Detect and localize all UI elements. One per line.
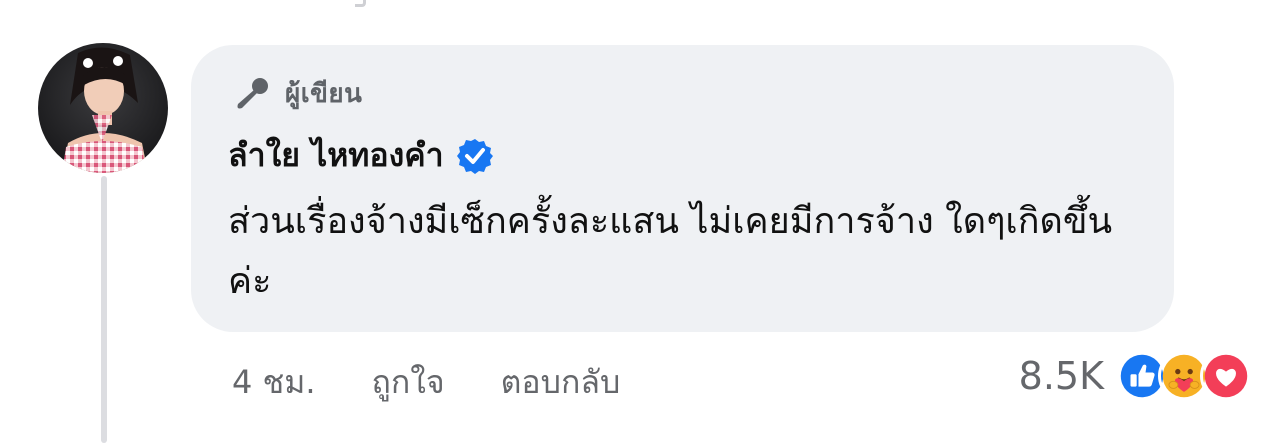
author-badge-label: ผู้เขียน — [285, 79, 363, 109]
reply-thread-line — [101, 176, 107, 443]
avatar[interactable] — [38, 43, 168, 173]
author-row: ลำใย ไหทองคำ — [228, 130, 494, 181]
reaction-summary[interactable]: 8.5K — [1019, 350, 1252, 402]
reaction-icons — [1116, 350, 1252, 402]
reply-button[interactable]: ตอบกลับ — [501, 357, 621, 408]
timestamp-link[interactable]: 4 ชม. — [232, 357, 316, 408]
avatar-image — [38, 43, 168, 173]
like-button[interactable]: ถูกใจ — [372, 357, 445, 408]
microphone-icon — [237, 77, 268, 108]
verified-badge-icon — [456, 138, 493, 174]
previous-thread-connector — [355, 0, 366, 7]
love-icon — [1200, 350, 1252, 402]
comment-text: ส่วนเรื่องจ้างมีเซ็กครั้งละแสน ไม่เคยมีก… — [228, 201, 1113, 302]
reaction-count[interactable]: 8.5K — [1019, 354, 1104, 398]
author-name[interactable]: ลำใย ไหทองคำ — [228, 130, 444, 181]
comment-thread: ผู้เขียน ลำใย ไหทองคำ ส่วนเรื่องจ้างมีเซ… — [0, 0, 1280, 443]
author-badge: ผู้เขียน — [233, 73, 362, 114]
comment-actions: 4 ชม. ถูกใจ ตอบกลับ — [232, 357, 620, 408]
